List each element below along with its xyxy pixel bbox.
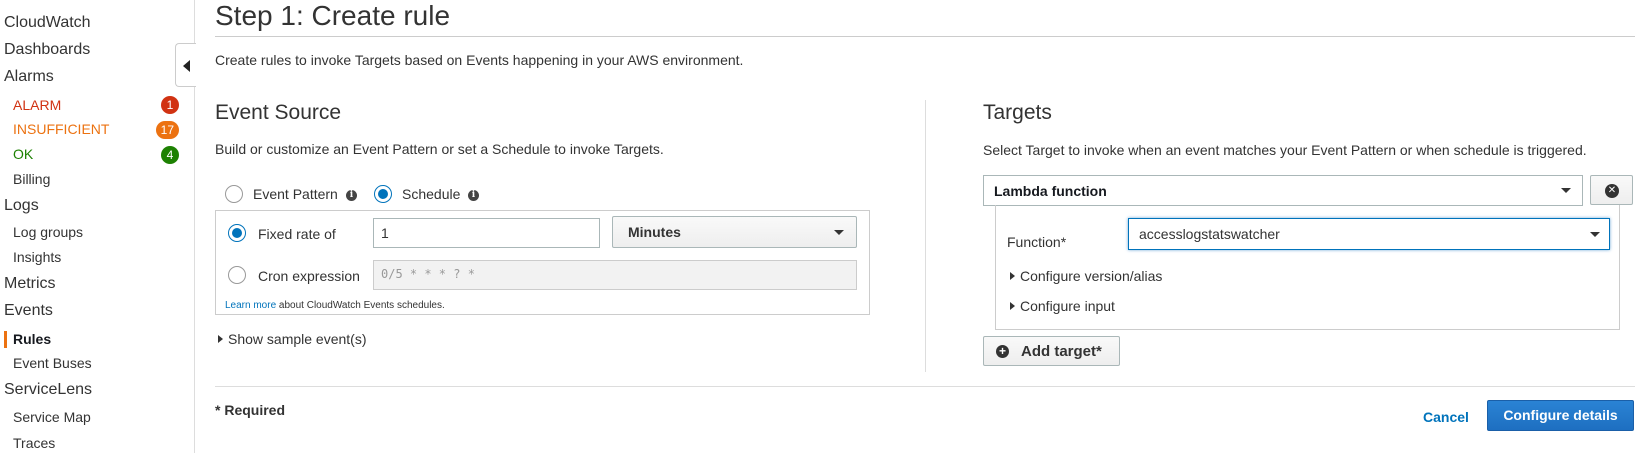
ok-count-badge: 4	[161, 146, 179, 164]
sidebar-item-service-map[interactable]: Service Map	[13, 409, 91, 425]
sidebar-item-logs[interactable]: Logs	[4, 197, 39, 215]
event-source-heading: Event Source	[215, 101, 342, 124]
close-icon: ✕	[1605, 184, 1619, 198]
configure-input-label: Configure input	[1020, 298, 1115, 314]
caret-right-icon	[218, 335, 223, 343]
sidebar-item-event-buses[interactable]: Event Buses	[13, 355, 92, 371]
event-pattern-label: Event Pattern	[253, 186, 338, 202]
sidebar-item-traces[interactable]: Traces	[13, 435, 55, 451]
sidebar-item-alarms[interactable]: Alarms	[4, 68, 54, 86]
rate-unit-value: Minutes	[628, 224, 681, 240]
chevron-down-icon	[1590, 232, 1600, 237]
sidebar-item-dashboards[interactable]: Dashboards	[4, 41, 90, 59]
schedule-radio[interactable]	[374, 185, 392, 203]
learn-more-text: Learn more about CloudWatch Events sched…	[225, 300, 445, 311]
function-value: accesslogstatswatcher	[1139, 226, 1280, 242]
fixed-rate-input[interactable]: 1	[373, 218, 600, 248]
add-target-button[interactable]: + Add target*	[983, 336, 1120, 366]
configure-version-label: Configure version/alias	[1020, 268, 1163, 284]
caret-right-icon	[1010, 272, 1015, 280]
sidebar-item-billing[interactable]: Billing	[13, 171, 50, 187]
cron-expression-radio[interactable]	[228, 266, 246, 284]
remove-target-button[interactable]: ✕	[1590, 175, 1633, 205]
plus-icon: +	[996, 345, 1009, 358]
configure-details-button[interactable]: Configure details	[1487, 400, 1634, 431]
show-sample-events-label: Show sample event(s)	[228, 331, 367, 347]
rate-unit-select[interactable]: Minutes	[612, 216, 857, 248]
cancel-button[interactable]: Cancel	[1423, 409, 1469, 425]
chevron-down-icon	[1561, 188, 1571, 193]
learn-more-suffix: about CloudWatch Events schedules.	[276, 300, 445, 311]
sidebar-item-metrics[interactable]: Metrics	[4, 275, 56, 293]
event-source-description: Build or customize an Event Pattern or s…	[215, 141, 664, 157]
targets-heading: Targets	[983, 101, 1052, 124]
sidebar: CloudWatch Dashboards Alarms ALARM 1 INS…	[0, 0, 195, 453]
function-label: Function*	[1007, 234, 1067, 250]
event-pattern-info-icon[interactable]: i	[346, 190, 357, 201]
fixed-rate-radio[interactable]	[228, 224, 246, 242]
sidebar-item-insights[interactable]: Insights	[13, 249, 61, 265]
cron-expression-input[interactable]: 0/5 * * * ? *	[373, 260, 857, 290]
sidebar-item-rules[interactable]: Rules	[13, 331, 51, 347]
sidebar-item-alarm-state[interactable]: ALARM	[13, 97, 61, 113]
add-target-label: Add target*	[1021, 343, 1102, 360]
configure-version-toggle[interactable]: Configure version/alias	[1010, 268, 1162, 284]
target-type-select[interactable]: Lambda function	[983, 175, 1583, 206]
learn-more-link[interactable]: Learn more	[225, 300, 276, 311]
sidebar-item-log-groups[interactable]: Log groups	[13, 224, 83, 240]
cron-expression-label: Cron expression	[258, 268, 360, 284]
insufficient-count-badge: 17	[155, 121, 179, 139]
caret-right-icon	[1010, 302, 1015, 310]
schedule-info-icon[interactable]: i	[468, 190, 479, 201]
sidebar-item-events[interactable]: Events	[4, 302, 53, 320]
schedule-label: Schedule	[402, 186, 461, 202]
sidebar-item-insufficient-state[interactable]: INSUFFICIENT	[13, 121, 109, 137]
section-divider	[925, 100, 926, 372]
page-intro: Create rules to invoke Targets based on …	[215, 52, 744, 68]
target-type-value: Lambda function	[994, 183, 1107, 199]
function-select[interactable]: accesslogstatswatcher	[1128, 218, 1610, 250]
alarm-count-badge: 1	[161, 96, 179, 114]
sidebar-item-cloudwatch[interactable]: CloudWatch	[4, 14, 91, 32]
collapse-left-icon	[183, 60, 190, 72]
footer-divider	[215, 386, 1635, 387]
active-indicator	[4, 331, 7, 348]
event-pattern-radio[interactable]	[225, 185, 243, 203]
sidebar-item-ok-state[interactable]: OK	[13, 146, 33, 162]
required-note: * Required	[215, 402, 286, 418]
chevron-down-icon	[834, 230, 844, 235]
fixed-rate-label: Fixed rate of	[258, 226, 336, 242]
show-sample-events-toggle[interactable]: Show sample event(s)	[218, 331, 367, 347]
title-divider	[215, 36, 1635, 37]
page-title: Step 1: Create rule	[215, 0, 451, 31]
sidebar-item-servicelens[interactable]: ServiceLens	[4, 381, 92, 399]
targets-description: Select Target to invoke when an event ma…	[983, 142, 1587, 158]
collapse-sidebar-button[interactable]	[175, 43, 196, 87]
configure-input-toggle[interactable]: Configure input	[1010, 298, 1115, 314]
